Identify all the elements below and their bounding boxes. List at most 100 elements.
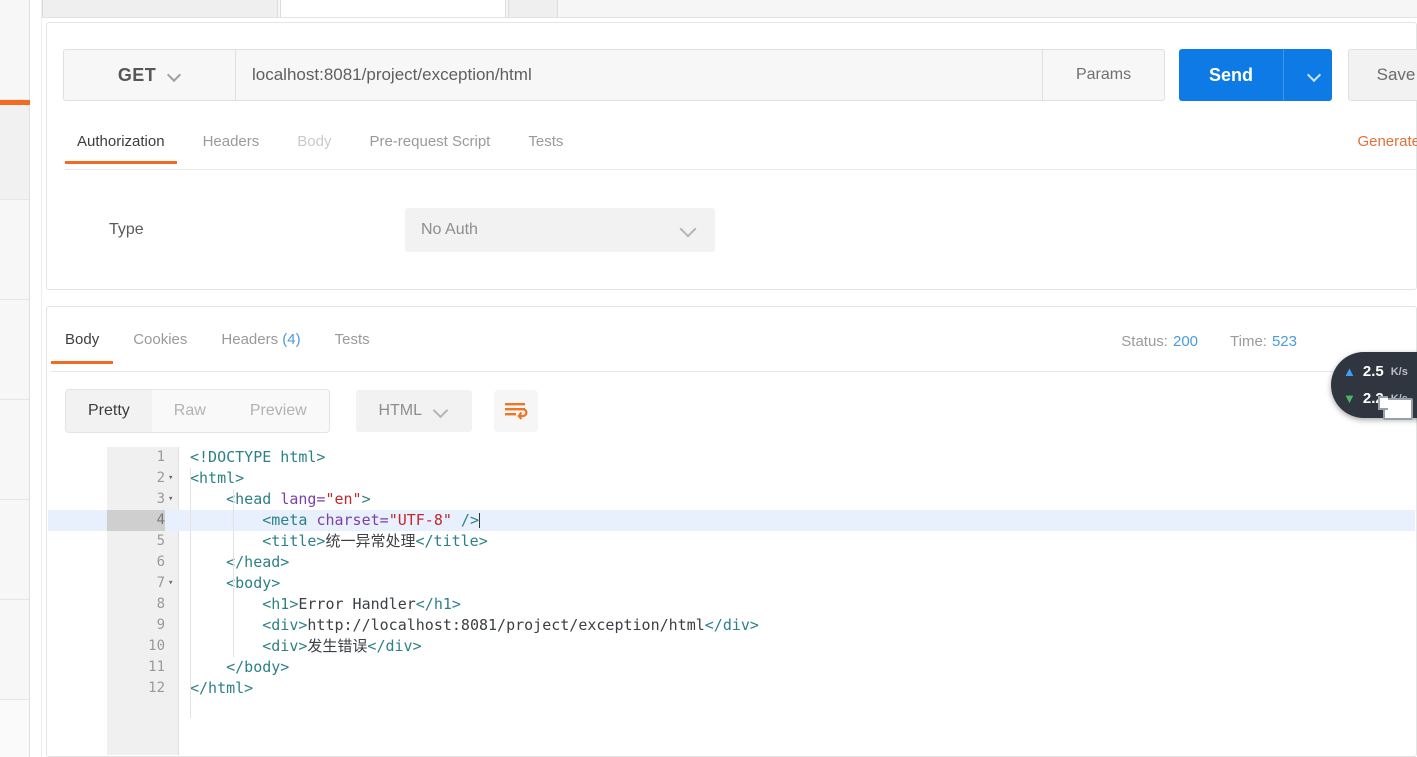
response-tab-tests[interactable]: Tests	[321, 323, 384, 364]
token-tag: </title>	[415, 532, 488, 550]
code-text: <h1>Error Handler</h1>	[190, 594, 461, 615]
postman-window: GET localhost:8081/project/exception/htm…	[0, 0, 1417, 757]
send-button[interactable]: Send	[1179, 49, 1284, 101]
request-tab-1[interactable]	[42, 0, 278, 17]
rail-item-3[interactable]	[0, 200, 29, 300]
response-tab-headers[interactable]: Headers (4)	[207, 323, 314, 364]
fold-arrow-icon[interactable]: ▾	[168, 489, 180, 510]
request-tab-tests[interactable]: Tests	[516, 127, 575, 164]
code-line[interactable]: 2 ▾ <html>	[48, 468, 1415, 489]
authorization-type-row: Type No Auth	[65, 208, 715, 252]
request-tab-strip[interactable]	[42, 0, 1417, 18]
generate-code-link[interactable]: Generate	[1357, 133, 1417, 150]
token-tag: </html>	[190, 679, 254, 697]
token-tag: <!DOCTYPE html>	[190, 448, 326, 466]
code-line[interactable]: 12 </html>	[48, 678, 1415, 699]
line-number: 12	[148, 680, 165, 696]
token-tag: <div>	[190, 616, 308, 634]
token-str: "UTF-8"	[388, 511, 452, 529]
request-tab-pre-request-script[interactable]: Pre-request Script	[357, 127, 502, 164]
url-text: localhost:8081/project/exception/html	[252, 65, 532, 84]
token-tag: </div>	[704, 616, 759, 634]
response-tab-label: Cookies	[133, 331, 188, 348]
rail-item-4[interactable]	[0, 300, 29, 400]
code-text: <head lang="en">	[190, 489, 371, 510]
code-line[interactable]: 9 <div>http://localhost:8081/project/exc…	[48, 615, 1415, 636]
response-body-viewer[interactable]: 1 <!DOCTYPE html> 2 ▾ <html> 3 ▾ <head lang="e…	[48, 447, 1415, 755]
request-tab-2[interactable]	[280, 0, 506, 17]
code-text: <div>发生错误</div>	[190, 636, 421, 657]
line-number: 4	[107, 510, 165, 531]
chevron-down-icon	[434, 404, 449, 419]
response-tab-cookies[interactable]: Cookies	[119, 323, 201, 364]
format-select[interactable]: HTML	[355, 390, 472, 432]
rail-item-6[interactable]	[0, 500, 29, 600]
view-mode-preview[interactable]: Preview	[228, 390, 329, 432]
code-line[interactable]: 7 ▾ <body>	[48, 573, 1415, 594]
token-attr: lang=	[280, 490, 326, 508]
code-line[interactable]: 11 </body>	[48, 657, 1415, 678]
token-tag: </body>	[190, 658, 290, 676]
token-tag: <meta	[190, 511, 317, 529]
request-tab-3[interactable]	[508, 0, 558, 17]
code-line[interactable]: 6 </head>	[48, 552, 1415, 573]
code-text: <div>http://localhost:8081/project/excep…	[190, 615, 759, 636]
rail-item-7[interactable]	[0, 600, 29, 700]
token-tag: </h1>	[415, 595, 461, 613]
code-editor[interactable]: 1 <!DOCTYPE html> 2 ▾ <html> 3 ▾ <head lang="e…	[48, 447, 1415, 755]
params-button[interactable]: Params	[1043, 49, 1165, 101]
line-number: 5	[156, 533, 165, 549]
auth-type-select[interactable]: No Auth	[405, 208, 715, 252]
http-method-selector[interactable]: GET	[63, 49, 235, 101]
code-line[interactable]: 5 <title>统一异常处理</title>	[48, 531, 1415, 552]
fold-arrow-icon[interactable]: ▾	[168, 573, 180, 594]
save-button[interactable]: Save	[1348, 49, 1417, 101]
url-input[interactable]: localhost:8081/project/exception/html	[235, 49, 1043, 101]
code-line[interactable]: 3 ▾ <head lang="en">	[48, 489, 1415, 510]
rail-item-1[interactable]	[0, 0, 29, 100]
token-tag: <head	[190, 490, 281, 508]
view-mode-raw[interactable]: Raw	[152, 390, 228, 432]
response-tab-count: (4)	[278, 331, 301, 348]
rail-item-5[interactable]	[0, 400, 29, 500]
token-text: Error Handler	[298, 595, 416, 613]
sidebar-edge-strip	[30, 0, 42, 757]
word-wrap-button[interactable]	[493, 390, 538, 432]
token-str: "en"	[325, 490, 362, 508]
rail-item-2[interactable]	[0, 100, 30, 200]
code-text: </head>	[190, 552, 289, 573]
line-number: 2	[156, 470, 165, 486]
view-mode-pretty[interactable]: Pretty	[66, 390, 152, 432]
code-text: <title>统一异常处理</title>	[190, 531, 488, 552]
send-options-button[interactable]	[1284, 49, 1332, 101]
request-tab-body[interactable]: Body	[285, 127, 343, 164]
fold-arrow-icon[interactable]: ▾	[168, 468, 180, 489]
time-badge: Time: 523	[1230, 333, 1297, 350]
line-number: 7	[156, 575, 165, 591]
arrow-down-icon: ▼	[1343, 391, 1356, 406]
request-panel: GET localhost:8081/project/exception/htm…	[46, 22, 1417, 290]
token-tag: />	[451, 511, 479, 529]
left-sidebar-rail	[0, 0, 30, 757]
token-tag: <div>	[190, 637, 308, 655]
token-tag: <html>	[190, 469, 245, 487]
code-line[interactable]: 8 <h1>Error Handler</h1>	[48, 594, 1415, 615]
response-tab-label: Body	[65, 331, 100, 348]
code-line[interactable]: 4 <meta charset="UTF-8" />	[48, 510, 1415, 531]
request-tab-authorization[interactable]: Authorization	[65, 127, 177, 164]
arrow-up-icon: ▲	[1343, 364, 1356, 379]
auth-type-value: No Auth	[421, 221, 478, 238]
send-button-group: Send	[1179, 49, 1332, 101]
request-tab-headers[interactable]: Headers	[191, 127, 272, 164]
token-text: 统一异常处理	[325, 532, 416, 550]
code-rows: 1 <!DOCTYPE html> 2 ▾ <html> 3 ▾ <head lang="e…	[48, 447, 1415, 699]
code-line[interactable]: 10 <div>发生错误</div>	[48, 636, 1415, 657]
format-value: HTML	[378, 402, 422, 419]
code-line[interactable]: 1 <!DOCTYPE html>	[48, 447, 1415, 468]
token-tag: >	[361, 490, 371, 508]
text-cursor	[479, 513, 480, 528]
response-tab-body[interactable]: Body	[51, 323, 114, 364]
response-viewer-toolbar: Pretty Raw Preview HTML	[65, 389, 538, 433]
token-text: http://localhost:8081/project/exception/…	[307, 616, 705, 634]
indent-guide	[233, 573, 234, 657]
